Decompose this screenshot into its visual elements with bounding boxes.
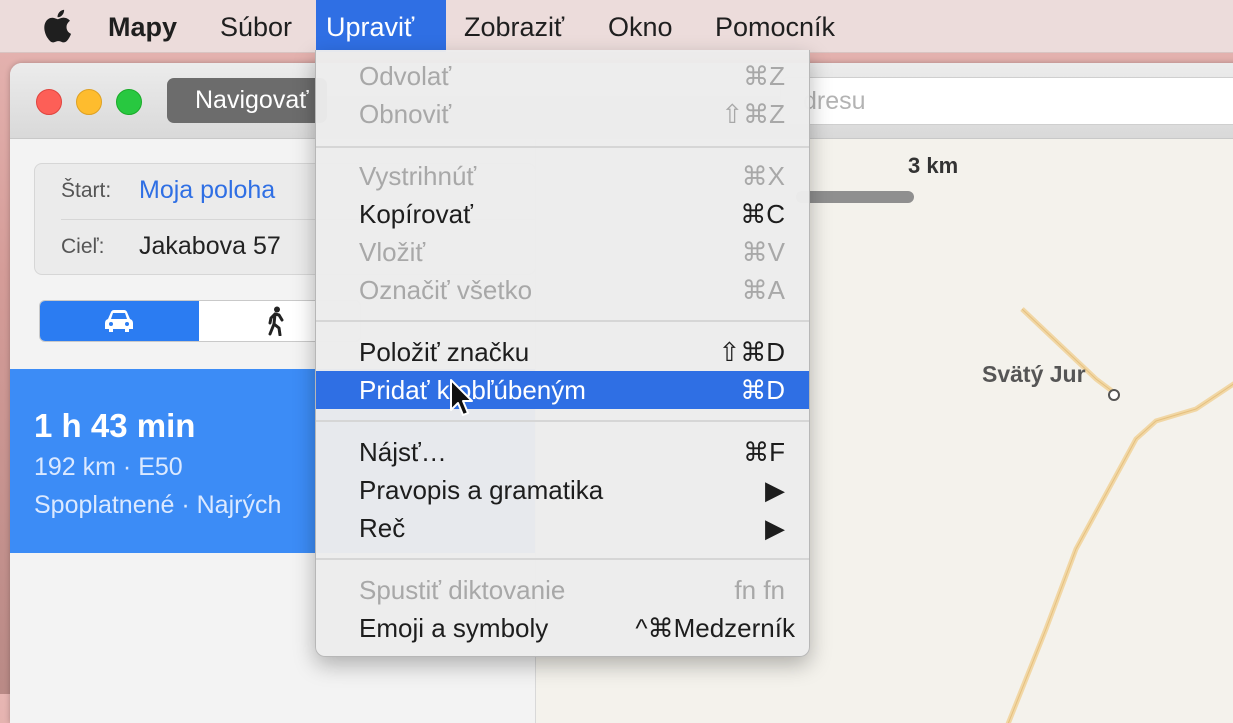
edit-menu: Odvolať ⌘Z Obnoviť ⇧⌘Z Vystrihnúť ⌘X Kop… [315, 50, 810, 657]
mouse-pointer-icon [450, 379, 473, 416]
transport-mode-control [39, 300, 361, 342]
menu-item-cut[interactable]: Vystrihnúť ⌘X [316, 157, 809, 195]
menu-item-shortcut: ⌘X [741, 161, 785, 191]
menu-item-shortcut: ⌘F [743, 437, 785, 467]
menu-item-label: Nájsť… [359, 437, 447, 467]
car-icon [105, 310, 133, 332]
apple-menu[interactable] [34, 0, 94, 52]
start-field[interactable]: Moja poloha [139, 176, 275, 205]
search-input[interactable]: dresu [780, 77, 1233, 125]
menu-item-drop-pin[interactable]: Položiť značku ⇧⌘D [316, 333, 809, 371]
menu-app-name[interactable]: Mapy [98, 0, 187, 52]
menu-separator [316, 146, 809, 148]
menu-okno[interactable]: Okno [598, 0, 683, 52]
minimize-button[interactable] [76, 89, 102, 115]
menu-item-label: Emoji a symboly [359, 613, 549, 643]
menu-item-label: Spustiť diktovanie [359, 575, 566, 605]
menu-bar: Mapy Súbor Upraviť Zobraziť Okno Pomocní… [0, 0, 1233, 53]
menu-item-paste[interactable]: Vložiť ⌘V [316, 233, 809, 271]
town-label: Svätý Jur [982, 361, 1086, 387]
navigate-button[interactable]: Navigovať [167, 78, 327, 123]
route-distance: 192 km · E50 [34, 453, 183, 481]
menu-separator [316, 558, 809, 560]
menu-item-undo[interactable]: Odvolať ⌘Z [316, 57, 809, 95]
menu-subor[interactable]: Súbor [210, 0, 302, 52]
menu-item-label: Pravopis a gramatika [359, 475, 604, 505]
menu-zobrazit[interactable]: Zobraziť [454, 0, 574, 52]
submenu-arrow-icon: ▶ [765, 475, 785, 505]
menu-item-label: Označiť všetko [359, 275, 533, 305]
menu-item-label: Obnoviť [359, 99, 452, 129]
menu-item-label: Kopírovať [359, 199, 473, 229]
submenu-arrow-icon: ▶ [765, 513, 785, 543]
menu-item-shortcut: fn fn [734, 575, 785, 605]
menu-item-label: Vystrihnúť [359, 161, 477, 191]
menu-item-label: Položiť značku [359, 337, 530, 367]
menu-upravit[interactable]: Upraviť [316, 0, 446, 52]
menu-item-shortcut: ^⌘Medzerník [635, 613, 795, 643]
menu-item-redo[interactable]: Obnoviť ⇧⌘Z [316, 95, 809, 133]
dest-label: Cieľ: [61, 235, 105, 258]
close-button[interactable] [36, 89, 62, 115]
apple-icon [44, 9, 72, 43]
menu-item-shortcut: ⌘A [741, 275, 785, 305]
menu-item-emoji[interactable]: Emoji a symboly ^⌘Medzerník [316, 609, 809, 647]
route-detail: Spoplatnené · Najrých [34, 491, 282, 519]
menu-item-shortcut: ⌘Z [743, 61, 785, 91]
search-placeholder: dresu [803, 87, 866, 115]
menu-item-shortcut: ⌘V [741, 237, 785, 267]
menu-pomocnik[interactable]: Pomocník [705, 0, 845, 52]
walking-icon [268, 306, 284, 336]
menu-item-label: Odvolať [359, 61, 452, 91]
menu-item-speech[interactable]: Reč ▶ [316, 509, 809, 547]
menu-item-spelling[interactable]: Pravopis a gramatika ▶ [316, 471, 809, 509]
menu-item-shortcut: ⇧⌘D [718, 337, 785, 367]
menu-separator [316, 420, 809, 422]
route-time: 1 h 43 min [34, 407, 196, 444]
menu-separator [316, 320, 809, 322]
menu-item-shortcut: ⌘C [740, 199, 785, 229]
zoom-button[interactable] [116, 89, 142, 115]
menu-item-shortcut: ⇧⌘Z [721, 99, 785, 129]
start-label: Štart: [61, 179, 112, 202]
menu-item-dictation[interactable]: Spustiť diktovanie fn fn [316, 571, 809, 609]
menu-item-select-all[interactable]: Označiť všetko ⌘A [316, 271, 809, 309]
dest-field[interactable]: Jakabova 57 [139, 232, 281, 261]
menu-item-find[interactable]: Nájsť… ⌘F [316, 433, 809, 471]
driving-tab[interactable] [40, 301, 199, 341]
menu-item-shortcut: ⌘D [740, 375, 785, 405]
menu-item-add-to-favorites[interactable]: Pridať k obľúbeným ⌘D [316, 371, 809, 409]
menu-item-copy[interactable]: Kopírovať ⌘C [316, 195, 809, 233]
menu-item-label: Reč [359, 513, 406, 543]
menu-item-label: Vložiť [359, 237, 426, 267]
